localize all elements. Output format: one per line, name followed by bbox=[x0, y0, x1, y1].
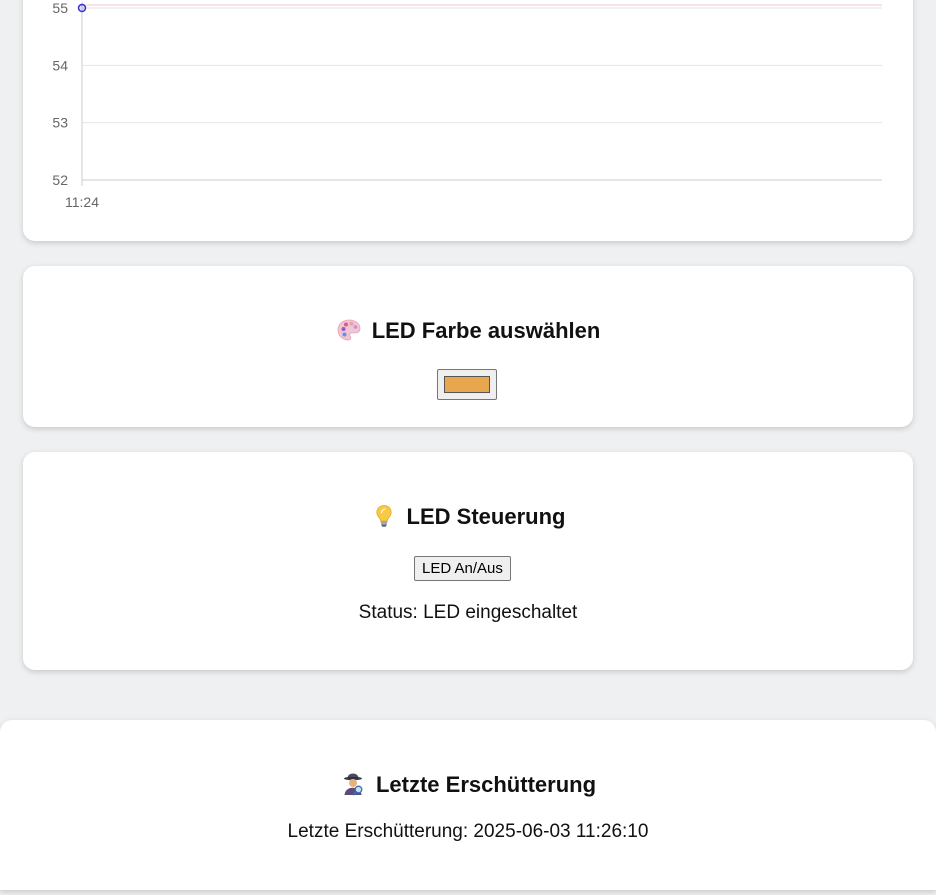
detective-icon bbox=[340, 772, 366, 796]
led-color-heading: LED Farbe auswählen bbox=[23, 318, 913, 344]
led-toggle-button[interactable]: LED An/Aus bbox=[414, 556, 511, 581]
lightbulb-icon bbox=[371, 504, 397, 528]
color-picker-input[interactable] bbox=[437, 369, 497, 400]
palette-icon bbox=[336, 318, 362, 342]
x-tick-label: 11:24 bbox=[65, 194, 99, 210]
last-shock-heading: Letzte Erschütterung bbox=[0, 772, 936, 798]
y-tick-label: 55 bbox=[52, 0, 68, 16]
y-tick-label: 52 bbox=[52, 172, 68, 188]
led-control-card: LED Steuerung LED An/Aus Status: LED ein… bbox=[23, 452, 913, 670]
led-status-text: Status: LED eingeschaltet bbox=[358, 602, 578, 623]
line-chart: 52 53 54 55 11:24 bbox=[52, 0, 882, 210]
led-control-heading: LED Steuerung bbox=[23, 504, 913, 530]
chart-card: 52 53 54 55 11:24 bbox=[23, 0, 913, 241]
led-color-card: LED Farbe auswählen bbox=[23, 266, 913, 427]
last-shock-card: Letzte Erschütterung Letzte Erschütterun… bbox=[0, 720, 936, 890]
led-color-title: LED Farbe auswählen bbox=[371, 318, 601, 343]
selected-color-swatch bbox=[444, 376, 490, 393]
y-tick-label: 54 bbox=[52, 57, 68, 73]
data-point bbox=[77, 3, 87, 13]
last-shock-title: Letzte Erschütterung bbox=[375, 772, 597, 797]
y-tick-label: 53 bbox=[52, 115, 68, 131]
last-shock-text: Letzte Erschütterung: 2025-06-03 11:26:1… bbox=[287, 821, 649, 842]
led-control-title: LED Steuerung bbox=[406, 504, 566, 529]
